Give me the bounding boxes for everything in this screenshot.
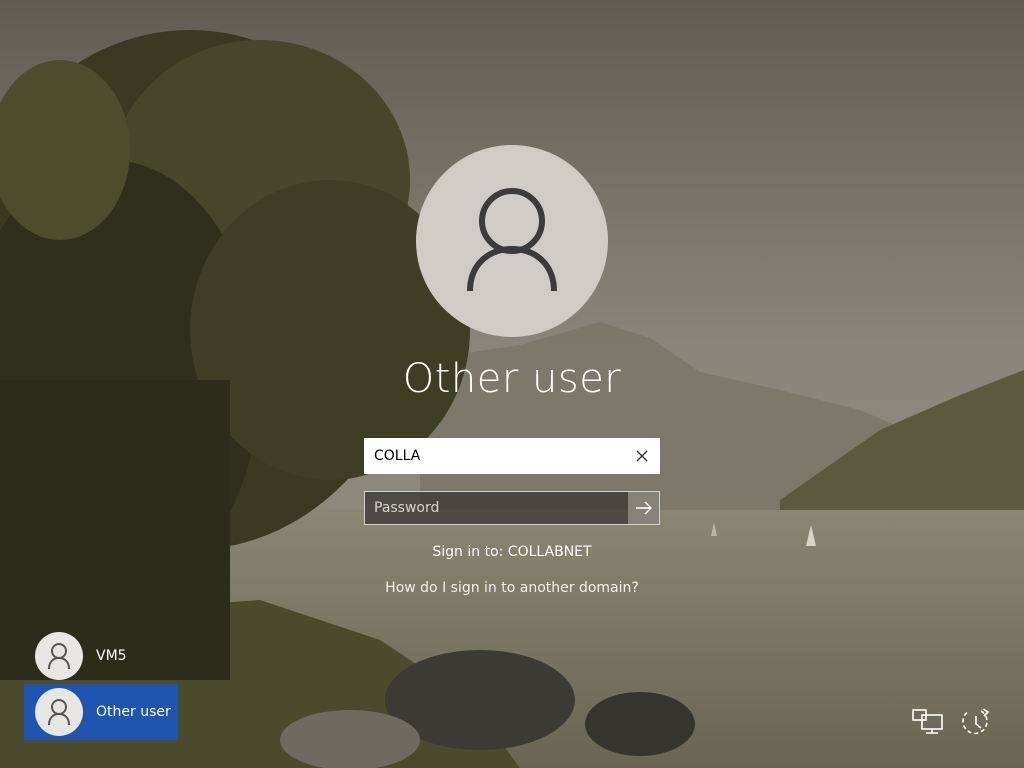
lock-screen: Other user Sign in to: COLLABNET How do …	[0, 0, 1024, 768]
user-list-label: VM5	[96, 648, 127, 664]
arrow-right-icon	[635, 501, 652, 515]
network-icon	[912, 709, 943, 734]
person-icon	[48, 643, 70, 670]
close-icon	[636, 450, 648, 462]
user-avatar-small	[35, 688, 83, 736]
network-button[interactable]	[910, 704, 946, 740]
user-list-item-vm5[interactable]: VM5	[24, 628, 178, 684]
user-title: Other user	[402, 356, 622, 402]
sign-in-domain-label: Sign in to: COLLABNET	[432, 544, 592, 560]
ease-of-access-icon	[962, 708, 990, 735]
password-field[interactable]	[364, 491, 660, 525]
user-avatar	[416, 145, 608, 337]
password-input[interactable]	[365, 493, 629, 523]
username-field[interactable]	[364, 438, 660, 474]
submit-button[interactable]	[628, 492, 659, 524]
person-icon	[48, 699, 70, 726]
help-link[interactable]: How do I sign in to another domain?	[0, 580, 1024, 596]
username-input[interactable]	[366, 441, 627, 471]
user-avatar-small	[35, 632, 83, 680]
user-list-item-other-user[interactable]: Other user	[24, 684, 178, 740]
ease-of-access-button[interactable]	[958, 704, 994, 740]
clear-button[interactable]	[627, 440, 658, 472]
user-list-label: Other user	[96, 704, 171, 720]
person-icon	[467, 188, 557, 292]
